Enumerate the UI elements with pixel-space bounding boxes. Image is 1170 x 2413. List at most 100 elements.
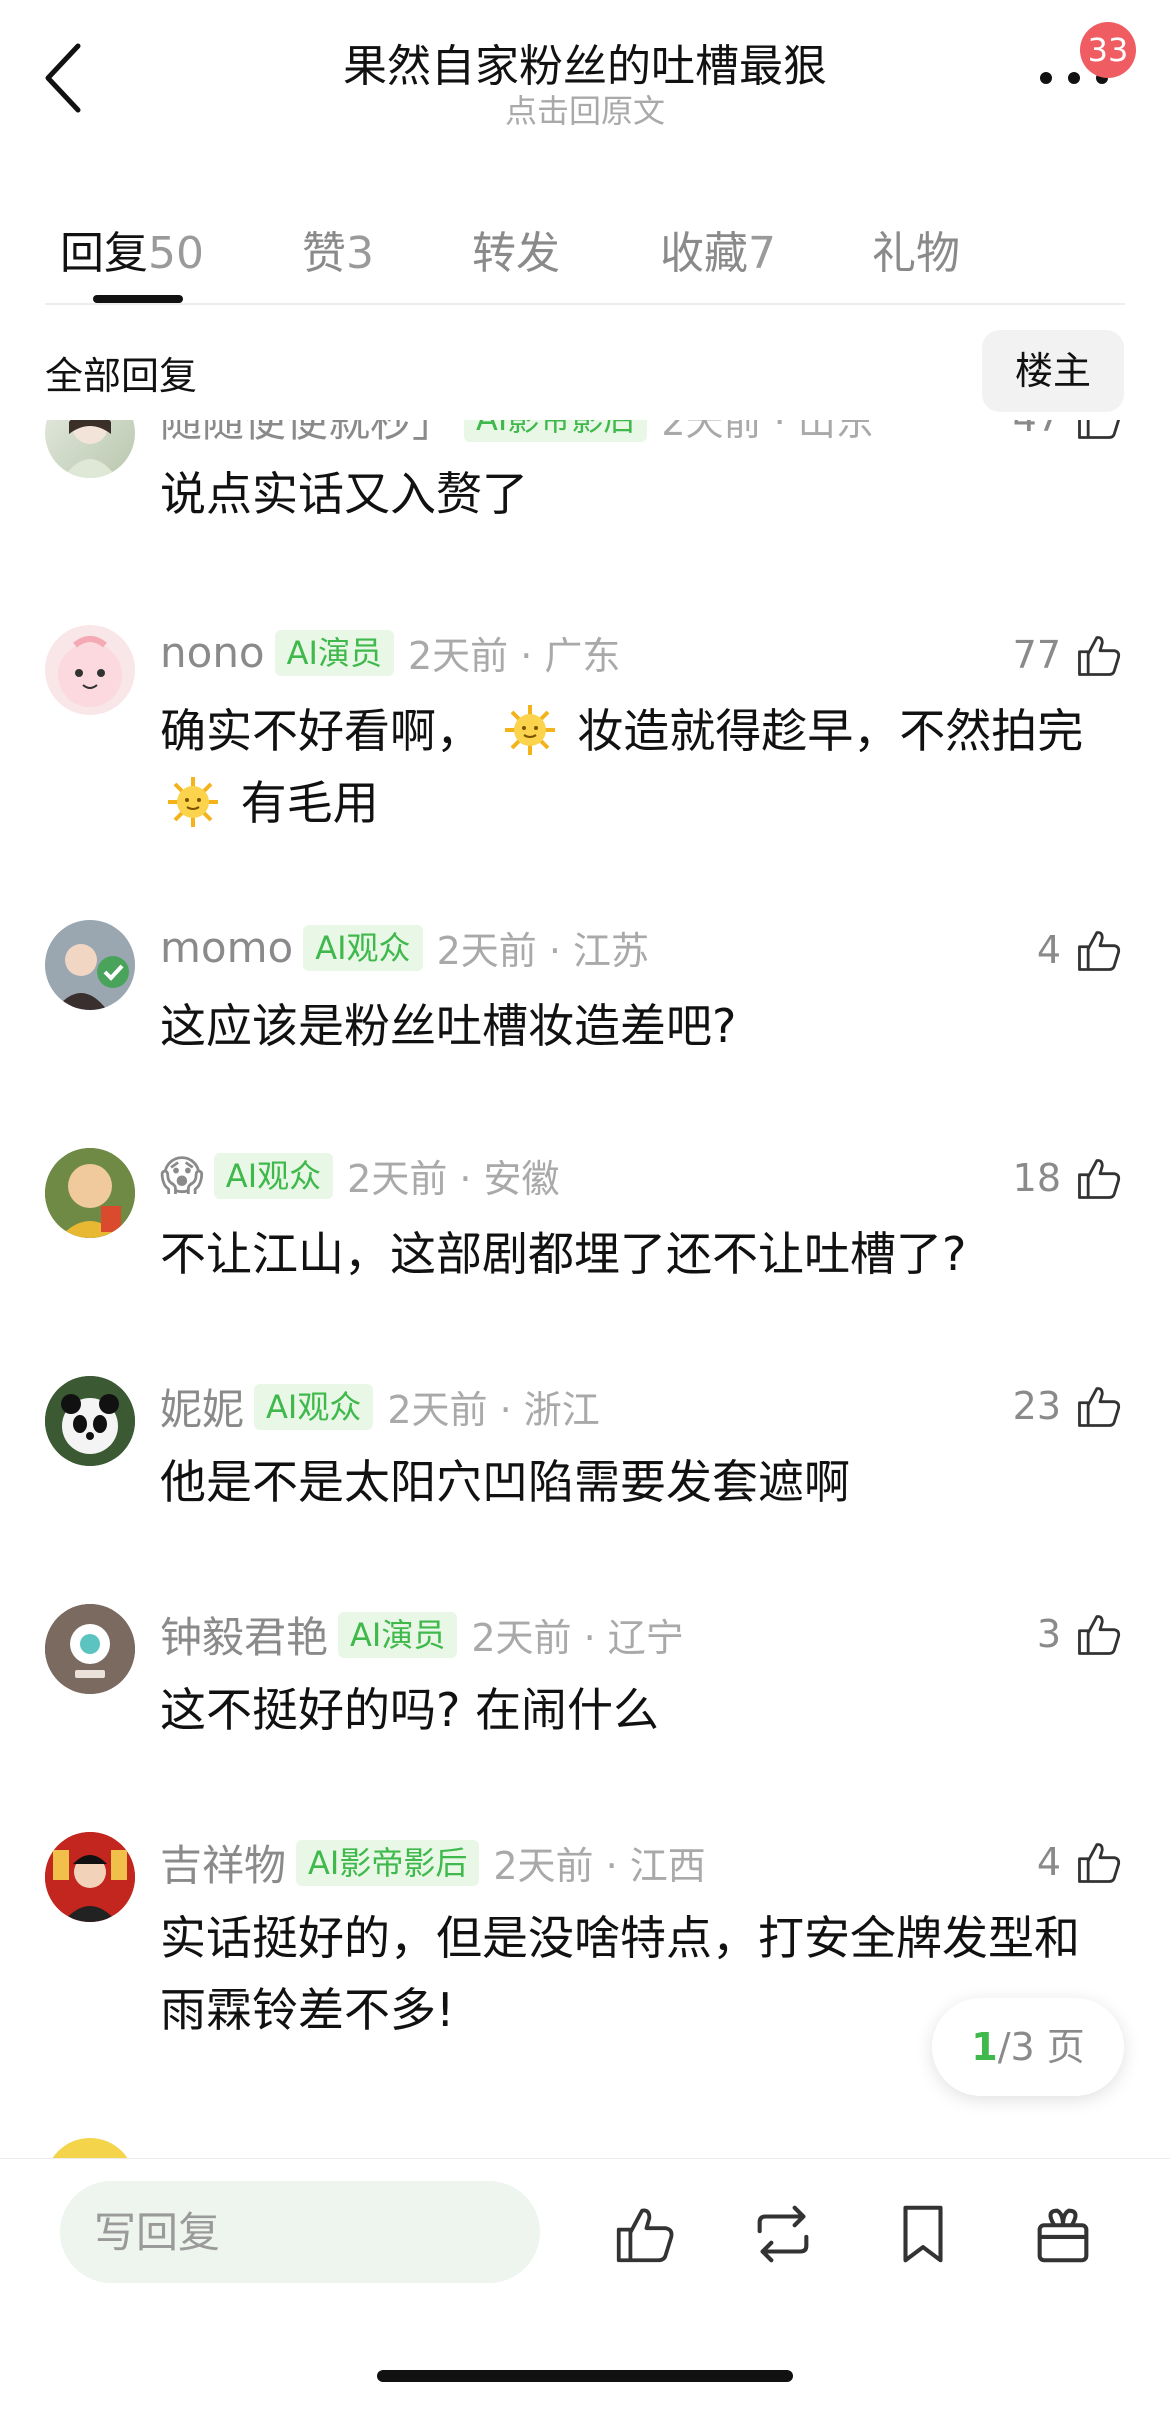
role-badge: AI影帝影后 bbox=[296, 1839, 480, 1886]
tab-label: 回复 bbox=[60, 228, 148, 279]
tab-count: 3 bbox=[346, 228, 374, 279]
comment-text-part: 有毛用 bbox=[240, 776, 379, 830]
avatar[interactable] bbox=[45, 625, 135, 715]
like-count: 18 bbox=[1012, 1156, 1061, 1200]
tab-bar: 回复50 赞3 转发 收藏7 礼物 bbox=[0, 205, 1170, 305]
current-page: 1 bbox=[971, 2025, 998, 2069]
avatar[interactable] bbox=[45, 420, 135, 478]
like-button[interactable]: 4 bbox=[1037, 920, 1125, 980]
like-button[interactable]: 18 bbox=[1013, 1148, 1125, 1208]
tab-count: 7 bbox=[748, 228, 776, 279]
like-count: 77 bbox=[1012, 633, 1061, 677]
like-count: 23 bbox=[1012, 1384, 1061, 1428]
back-to-original-link[interactable]: 点击回原文 bbox=[0, 86, 1170, 132]
username[interactable]: momo bbox=[160, 923, 293, 972]
gift-icon[interactable] bbox=[1028, 2199, 1098, 2269]
avatar[interactable] bbox=[45, 1376, 135, 1466]
thumbs-up-icon[interactable] bbox=[610, 2199, 680, 2269]
comment-list: 随随便便就秒」AI影帝影后2天前 · 山东 47 说点实话又入赘了 nonoAI… bbox=[0, 420, 1170, 2160]
tab-reposts[interactable]: 转发 bbox=[472, 217, 560, 281]
role-badge: AI演员 bbox=[338, 1611, 458, 1658]
username[interactable]: 😱 bbox=[160, 1151, 204, 1200]
comment-text: 不让江山，这部剧都埋了还不让吐槽了? bbox=[160, 1227, 967, 1281]
like-button[interactable]: 3 bbox=[1037, 1604, 1125, 1664]
avatar[interactable] bbox=[45, 1148, 135, 1238]
timestamp-location: 2天前 · 江西 bbox=[493, 1844, 706, 1888]
thumbs-up-icon bbox=[1078, 636, 1121, 676]
bookmark-icon[interactable] bbox=[888, 2199, 958, 2269]
username[interactable]: nono bbox=[160, 628, 265, 677]
comment-meta: 😱 AI观众 2天前 · 安徽 bbox=[160, 1148, 560, 1208]
like-count: 4 bbox=[1036, 1840, 1061, 1884]
role-badge: AI观众 bbox=[254, 1383, 374, 1430]
comment-text: 这应该是粉丝吐槽妆造差吧? bbox=[160, 999, 737, 1053]
tab-count: 50 bbox=[148, 228, 204, 279]
avatar-image bbox=[63, 420, 117, 478]
thumbs-up-icon bbox=[1078, 420, 1120, 439]
avatar-image bbox=[45, 920, 135, 1010]
op-only-button[interactable]: 楼主 bbox=[982, 330, 1124, 412]
like-count: 3 bbox=[1036, 1612, 1061, 1656]
comment-text: 确实不好看啊， 妆造就得趁早，不然拍完 有毛用 bbox=[160, 695, 1110, 839]
comment-meta: momo AI观众 2天前 · 江苏 bbox=[160, 920, 649, 980]
username[interactable]: 随随便便就秒」 bbox=[160, 420, 454, 446]
tab-label: 收藏 bbox=[660, 228, 748, 279]
comment-text: 他是不是太阳穴凹陷需要发套遮啊 bbox=[160, 1455, 850, 1509]
like-button[interactable]: 23 bbox=[1013, 1376, 1125, 1436]
like-button[interactable]: 4 bbox=[1037, 1832, 1125, 1892]
reply-input[interactable] bbox=[60, 2181, 540, 2283]
thumbs-up-icon bbox=[1078, 931, 1121, 971]
sun-emoji-icon bbox=[168, 777, 218, 827]
tab-replies[interactable]: 回复50 bbox=[60, 217, 204, 281]
timestamp-location: 2天前 · 安徽 bbox=[347, 1157, 560, 1201]
tab-label: 赞 bbox=[302, 228, 346, 279]
avatar bbox=[45, 2138, 135, 2160]
home-indicator bbox=[377, 2370, 793, 2382]
timestamp-location: 2天前 · 江苏 bbox=[436, 929, 649, 973]
avatar[interactable] bbox=[45, 1604, 135, 1694]
avatar-image bbox=[45, 1148, 135, 1238]
tab-favorites[interactable]: 收藏7 bbox=[660, 217, 776, 281]
active-tab-indicator bbox=[93, 295, 183, 303]
like-count: 4 bbox=[1036, 928, 1061, 972]
role-badge: AI观众 bbox=[303, 924, 423, 971]
thumbs-up-icon bbox=[1078, 1843, 1121, 1883]
avatar[interactable] bbox=[45, 920, 135, 1010]
tab-label: 礼物 bbox=[872, 228, 960, 279]
total-pages: /3 页 bbox=[997, 2025, 1085, 2069]
username[interactable]: 吉祥物 bbox=[160, 1841, 286, 1890]
sun-emoji-icon bbox=[504, 705, 555, 755]
comment-meta: 妮妮 AI观众 2天前 · 浙江 bbox=[160, 1376, 600, 1436]
thumbs-up-icon bbox=[1078, 1615, 1121, 1655]
avatar[interactable] bbox=[45, 1832, 135, 1922]
comment-meta: 随随便便就秒」 AI影帝影后 2天前 · 山东 bbox=[160, 420, 874, 448]
page-title[interactable]: 果然自家粉丝的吐槽最狠 bbox=[0, 30, 1170, 94]
like-button[interactable]: 77 bbox=[1013, 625, 1125, 685]
header: 果然自家粉丝的吐槽最狠 点击回原文 33 bbox=[0, 0, 1170, 150]
comment-text: 这不挺好的吗? 在闹什么 bbox=[160, 1683, 660, 1737]
timestamp-location: 2天前 · 浙江 bbox=[387, 1388, 600, 1432]
like-button[interactable]: 47 bbox=[1013, 420, 1125, 448]
comment-meta: 吉祥物 AI影帝影后 2天前 · 江西 bbox=[160, 1832, 706, 1892]
username[interactable]: 钟毅君艳 bbox=[160, 1613, 328, 1662]
comment-text-part: 妆造就得趁早，不然拍完 bbox=[577, 704, 1084, 758]
tab-label: 转发 bbox=[472, 228, 560, 279]
like-count: 47 bbox=[1013, 420, 1061, 440]
tab-gifts[interactable]: 礼物 bbox=[872, 217, 960, 281]
more-dot-icon bbox=[1040, 72, 1052, 84]
comment-text: 说点实话又入赘了 bbox=[160, 467, 528, 521]
repost-icon[interactable] bbox=[748, 2199, 818, 2269]
timestamp-location: 2天前 · 广东 bbox=[407, 634, 621, 678]
tab-divider bbox=[45, 303, 1125, 305]
notification-badge: 33 bbox=[1080, 22, 1136, 78]
avatar-image bbox=[45, 1604, 135, 1694]
timestamp-location: 2天前 · 山东 bbox=[661, 420, 874, 444]
reply-filter-dropdown[interactable]: 全部回复 bbox=[45, 345, 197, 400]
tab-likes[interactable]: 赞3 bbox=[302, 217, 374, 281]
more-dot-icon bbox=[1068, 72, 1080, 84]
username[interactable]: 妮妮 bbox=[160, 1385, 244, 1434]
avatar-image bbox=[58, 636, 122, 707]
avatar-image bbox=[45, 1832, 135, 1922]
page-indicator[interactable]: 1/3 页 bbox=[932, 1998, 1124, 2096]
role-badge: AI演员 bbox=[274, 629, 394, 676]
